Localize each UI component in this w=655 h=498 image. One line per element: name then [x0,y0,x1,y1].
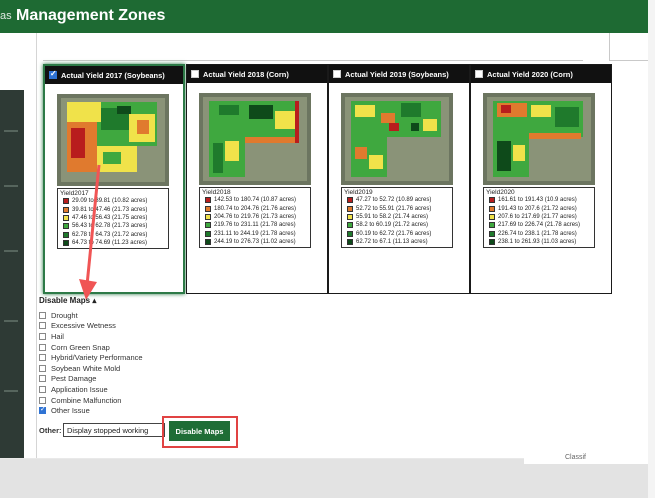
yield-map-card[interactable]: Actual Yield 2019 (Soybeans) Yield2019 4… [328,64,470,294]
legend-title: Yield2017 [60,190,89,197]
legend-row: 62.78 to 64.73 (21.72 acres) [60,231,166,239]
legend-row: 238.1 to 261.93 (11.03 acres) [486,238,592,246]
legend-title: Yield2019 [344,189,373,196]
issue-checkbox-drought[interactable]: Drought [39,310,143,321]
legend-row: 226.74 to 238.1 (21.78 acres) [486,230,592,238]
page-title: Management Zones [16,7,166,24]
clipped-label: Classif [565,454,587,461]
legend-row: 161.61 to 191.43 (10.9 acres) [486,196,592,204]
card-checkbox[interactable] [49,69,57,79]
annotation-arrow-icon [79,164,101,300]
card-header: Actual Yield 2017 (Soybeans) [45,66,183,84]
other-label: Other: [39,426,62,435]
checkbox[interactable] [39,375,46,383]
checkbox[interactable] [39,311,46,319]
legend-row: 56.43 to 62.78 (21.73 acres) [60,222,166,230]
legend-row: 204.76 to 219.76 (21.73 acres) [202,213,308,221]
legend-row: 231.11 to 244.19 (21.78 acres) [202,230,308,238]
legend-row: 217.69 to 226.74 (21.78 acres) [486,221,592,229]
issue-checkbox-excessive-wetness[interactable]: Excessive Wetness [39,321,143,332]
legend-row: 180.74 to 204.76 (21.76 acres) [202,204,308,212]
legend-row: 47.27 to 52.72 (10.89 acres) [344,196,450,204]
yield-map-image [341,93,453,185]
app-header: as Management Zones [0,0,648,33]
disable-maps-toggle[interactable]: Disable Maps ▴ [39,296,96,305]
legend-title: Yield2020 [486,189,515,196]
modal-top-right-box [609,33,649,61]
legend-row: 55.91 to 58.2 (21.74 acres) [344,213,450,221]
checkbox[interactable] [39,364,46,372]
yield-map-image [57,94,169,186]
checkbox[interactable] [39,396,46,404]
card-header: Actual Yield 2018 (Corn) [187,65,327,83]
card-checkbox[interactable] [475,70,483,78]
app-frame: as Management Zones Actual Yield 2017 (S… [0,0,655,498]
legend-row: 219.76 to 231.11 (21.78 acres) [202,221,308,229]
header-prev-text: as [0,10,12,22]
card-title: Actual Yield 2019 (Soybeans) [345,69,449,79]
yield-map-card[interactable]: Actual Yield 2018 (Corn) Yield2018 142.5… [186,64,328,294]
legend-row: 60.19 to 62.72 (21.76 acres) [344,230,450,238]
issue-checkbox-combine-malfunction[interactable]: Combine Malfunction [39,395,143,406]
issue-checkbox-other-issue[interactable]: Other Issue [39,405,143,416]
background-map-strip [0,90,24,458]
checkbox[interactable] [39,354,46,362]
checkbox[interactable] [39,322,46,330]
checkbox[interactable] [39,343,46,351]
issue-checkbox-corn-green-snap[interactable]: Corn Green Snap [39,342,143,353]
card-title: Actual Yield 2020 (Corn) [487,69,573,79]
issue-checkbox-application-issue[interactable]: Application Issue [39,384,143,395]
yield-map-image [199,93,311,185]
legend-row: 39.81 to 47.46 (21.73 acres) [60,205,166,213]
issue-checklist: Drought Excessive Wetness Hail Corn Gree… [39,310,143,416]
legend-row: 29.09 to 39.81 (10.82 acres) [60,197,166,205]
bottom-strip [0,459,648,498]
checkbox[interactable] [39,332,46,340]
legend-row: 47.46 to 56.43 (21.75 acres) [60,214,166,222]
yield-map-card[interactable]: Actual Yield 2020 (Corn) Yield2020 161.6… [470,64,612,294]
legend-row: 244.19 to 276.73 (11.02 acres) [202,238,308,246]
issue-checkbox-white-mold[interactable]: Soybean White Mold [39,363,143,374]
legend-row: 62.72 to 67.1 (11.13 acres) [344,238,450,246]
legend-row: 142.53 to 180.74 (10.87 acres) [202,196,308,204]
right-edge [648,0,655,498]
card-checkbox[interactable] [191,70,199,78]
legend-row: 52.72 to 55.91 (21.76 acres) [344,204,450,212]
legend-row: 191.43 to 207.6 (21.72 acres) [486,204,592,212]
checkbox[interactable] [39,405,46,415]
map-legend: Yield2020 161.61 to 191.43 (10.9 acres) … [483,187,595,249]
issue-checkbox-pest-damage[interactable]: Pest Damage [39,374,143,385]
card-header: Actual Yield 2019 (Soybeans) [329,65,469,83]
card-title: Actual Yield 2018 (Corn) [203,69,289,79]
disable-maps-button[interactable]: Disable Maps [169,421,230,441]
yield-map-image [483,93,595,185]
legend-row: 207.6 to 217.69 (21.77 acres) [486,213,592,221]
legend-title: Yield2018 [202,189,231,196]
legend-row: 58.2 to 60.19 (21.72 acres) [344,221,450,229]
map-legend: Yield2019 47.27 to 52.72 (10.89 acres) 5… [341,187,453,249]
yield-map-card[interactable]: Actual Yield 2017 (Soybeans) Yield2017 2… [43,64,185,294]
card-header: Actual Yield 2020 (Corn) [471,65,611,83]
card-title: Actual Yield 2017 (Soybeans) [61,70,165,80]
card-checkbox[interactable] [333,70,341,78]
checkbox[interactable] [39,385,46,393]
other-issue-input[interactable] [63,423,165,437]
map-legend: Yield2018 142.53 to 180.74 (10.87 acres)… [199,187,311,249]
map-legend: Yield2017 29.09 to 39.81 (10.82 acres) 3… [57,188,169,250]
issue-checkbox-hybrid-variety[interactable]: Hybrid/Variety Performance [39,352,143,363]
disable-maps-modal: Actual Yield 2017 (Soybeans) Yield2017 2… [36,33,649,458]
legend-row: 64.73 to 74.69 (11.23 acres) [60,239,166,247]
issue-checkbox-hail[interactable]: Hail [39,331,143,342]
modal-top-bar [43,33,583,61]
